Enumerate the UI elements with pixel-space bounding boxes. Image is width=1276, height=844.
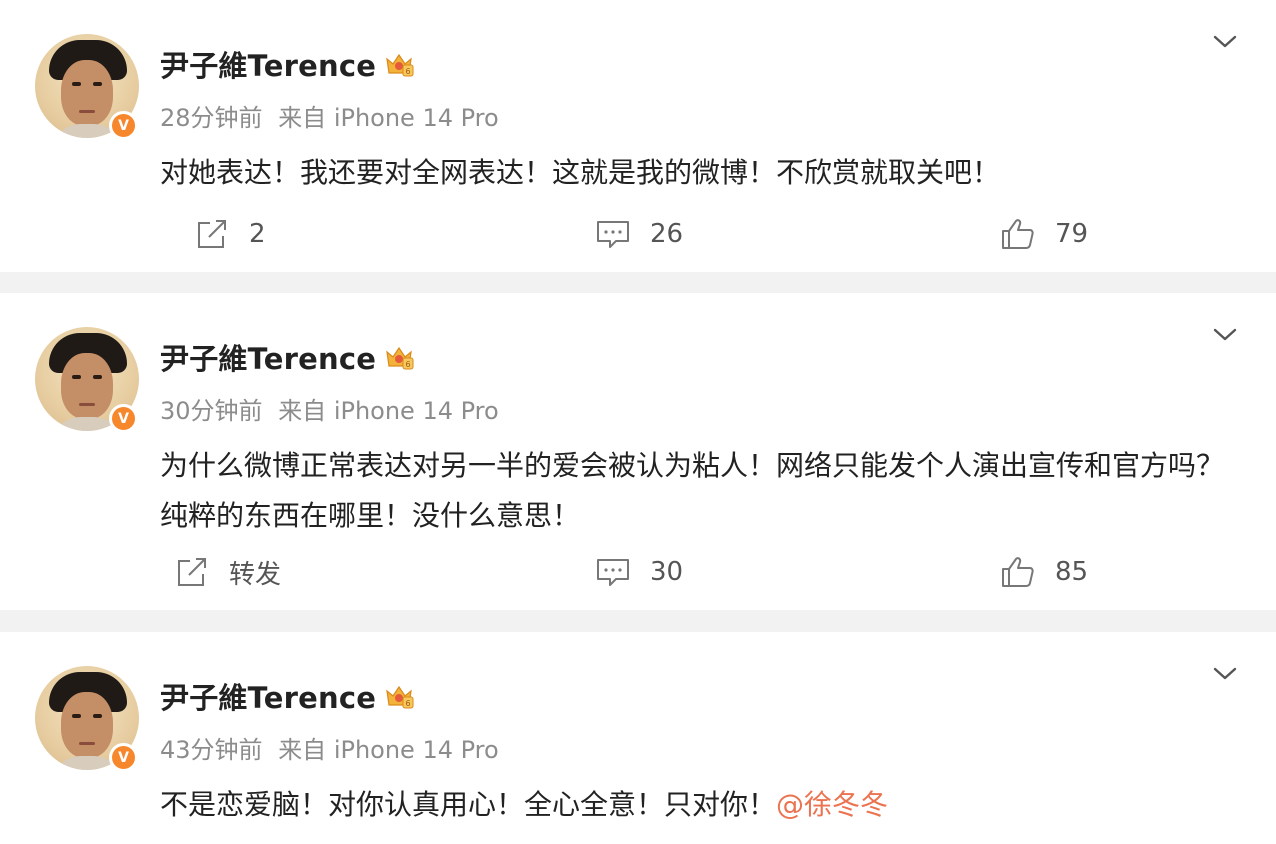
comment-count: 30 — [650, 557, 684, 587]
username[interactable]: 尹子維Terence — [160, 675, 376, 717]
comment-button[interactable]: 26 — [596, 214, 683, 254]
share-icon — [178, 558, 206, 586]
post-meta: 28分钟前 来自 iPhone 14 Pro — [160, 98, 499, 133]
like-button[interactable]: 79 — [1001, 214, 1088, 254]
post-source: 来自 iPhone 14 Pro — [278, 397, 499, 425]
post-source: 来自 iPhone 14 Pro — [278, 104, 499, 132]
username[interactable]: 尹子維Terence — [160, 43, 376, 85]
post-time: 43分钟前 — [160, 736, 263, 764]
like-button[interactable]: 85 — [1001, 552, 1088, 592]
post-meta: 43分钟前 来自 iPhone 14 Pro — [160, 730, 499, 765]
share-label: 转发 — [229, 559, 282, 590]
like-icon — [1002, 219, 1034, 249]
post-time: 30分钟前 — [160, 397, 263, 425]
post-text: 不是恋爱脑！对你认真用心！全心全意！只对你！@徐冬冬 — [160, 788, 889, 821]
like-count: 79 — [1055, 219, 1089, 249]
chevron-down-icon[interactable] — [1212, 325, 1238, 345]
post-time: 28分钟前 — [160, 104, 263, 132]
post-source: 来自 iPhone 14 Pro — [278, 736, 499, 764]
post-text: 对她表达！我还要对全网表达！这就是我的微博！不欣赏就取关吧！ — [160, 156, 1001, 189]
post-meta: 30分钟前 来自 iPhone 14 Pro — [160, 391, 499, 426]
chevron-down-icon[interactable] — [1212, 664, 1238, 684]
share-count: 2 — [249, 219, 266, 249]
post-card: V 尹子維Terence 6 28分钟前 来自 iPhone 14 Pro 对她… — [0, 0, 1276, 272]
share-icon — [198, 220, 226, 248]
crown-badge-icon[interactable]: 6 — [384, 342, 414, 372]
action-bar: 2 26 79 — [0, 214, 1276, 254]
chevron-down-icon[interactable] — [1212, 32, 1238, 52]
like-count: 85 — [1055, 557, 1089, 587]
mention-link[interactable]: @徐冬冬 — [776, 788, 888, 821]
post-card: V 尹子維Terence 6 43分钟前 来自 iPhone 14 Pro 不是… — [0, 632, 1276, 844]
comment-count: 26 — [650, 219, 684, 249]
share-button[interactable]: 转发 — [175, 552, 281, 592]
verified-badge: V — [109, 743, 138, 772]
share-button[interactable]: 2 — [195, 214, 266, 254]
verified-badge: V — [109, 404, 138, 433]
weibo-feed: V 尹子維Terence 6 28分钟前 来自 iPhone 14 Pro 对她… — [0, 0, 1276, 844]
comment-icon — [597, 559, 629, 586]
svg-text:6: 6 — [406, 67, 411, 76]
like-icon — [1002, 557, 1034, 587]
post-card: V 尹子維Terence 6 30分钟前 来自 iPhone 14 Pro 为什… — [0, 293, 1276, 610]
crown-badge-icon[interactable]: 6 — [384, 681, 414, 711]
username[interactable]: 尹子維Terence — [160, 336, 376, 378]
post-text: 为什么微博正常表达对另一半的爱会被认为粘人！网络只能发个人演出宣传和官方吗？纯粹… — [160, 449, 1225, 532]
comment-icon — [597, 221, 629, 248]
comment-button[interactable]: 30 — [596, 552, 683, 592]
svg-text:6: 6 — [406, 360, 411, 369]
action-bar: 转发 30 85 — [0, 552, 1276, 592]
svg-text:6: 6 — [406, 699, 411, 708]
verified-badge: V — [109, 111, 138, 140]
crown-badge-icon[interactable]: 6 — [384, 49, 414, 79]
